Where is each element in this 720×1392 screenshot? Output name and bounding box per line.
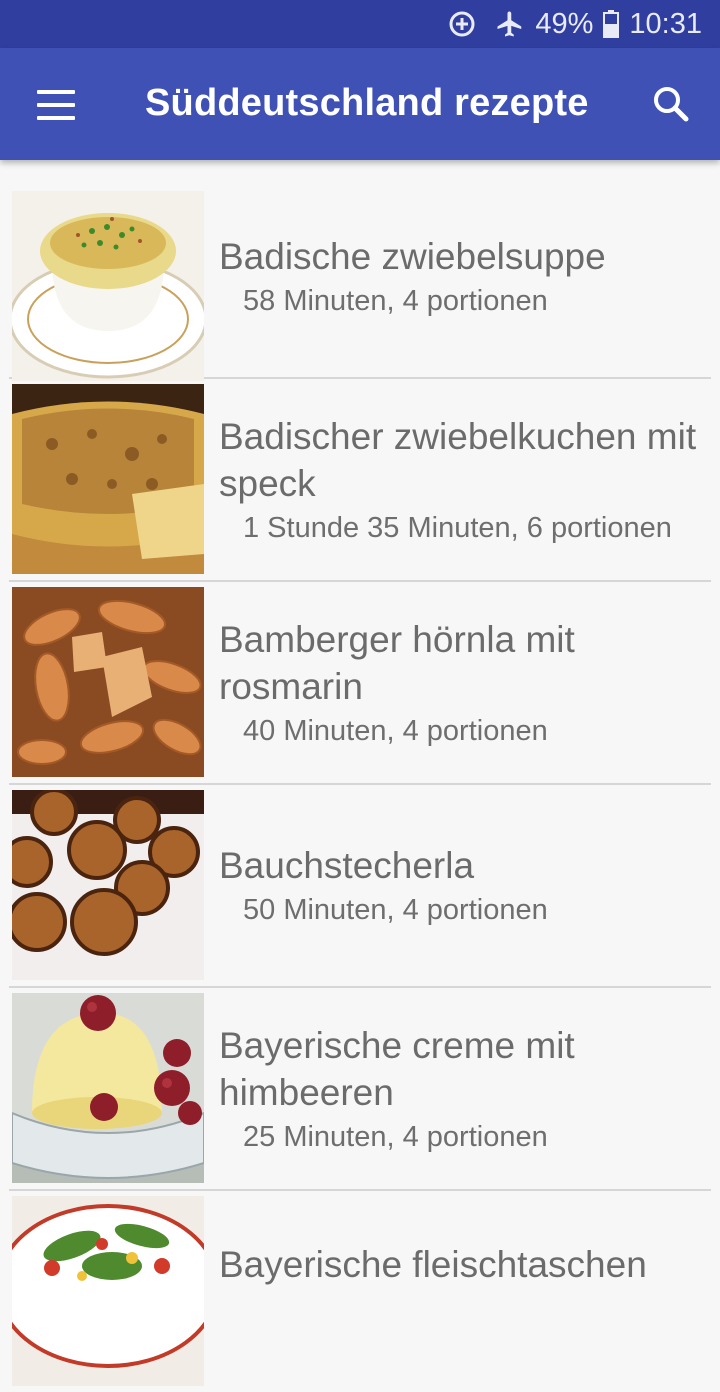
recipe-title: Bayerische creme mit himbeeren [219, 1024, 575, 1113]
recipe-item[interactable]: Badische zwiebelsuppe 58 Minuten, 4 port… [9, 176, 711, 381]
recipe-title: Bayerische fleischtaschen [219, 1244, 647, 1285]
recipe-meta: 40 Minuten, 4 portionen [243, 714, 548, 747]
onion-tart-photo [12, 384, 204, 574]
recipe-meta: 25 Minuten, 4 portionen [243, 1120, 548, 1153]
recipe-title: Badischer zwiebelkuchen mit speck [219, 415, 697, 504]
recipe-title: Badische zwiebelsuppe [219, 236, 606, 277]
recipe-title: Bamberger hörnla mit rosmarin [219, 618, 575, 707]
app-bar: Süddeutschland rezepte [0, 48, 720, 160]
recipe-title: Bauchstecherla [219, 845, 475, 886]
potato-patties-photo [12, 790, 204, 980]
airplane-mode-icon [495, 9, 525, 39]
recipe-item[interactable]: Bauchstecherla 50 Minuten, 4 portionen [9, 785, 711, 988]
recipe-item[interactable]: Badischer zwiebelkuchen mit speck 1 Stun… [9, 379, 711, 582]
onion-soup-photo [12, 191, 204, 381]
bavarian-cream-photo [12, 993, 204, 1183]
recipe-meta: 50 Minuten, 4 portionen [243, 894, 548, 926]
recipe-item[interactable]: Bamberger hörnla mit rosmarin 40 Minuten… [9, 582, 711, 785]
salad-plate-photo [12, 1196, 204, 1386]
clock: 10:31 [629, 7, 702, 40]
recipe-list: Badische zwiebelsuppe 58 Minuten, 4 port… [0, 176, 720, 1392]
data-saver-icon [447, 9, 477, 39]
battery-icon [603, 10, 620, 38]
search-icon[interactable] [643, 79, 701, 129]
roasted-potatoes-photo [12, 587, 204, 777]
recipe-meta: 58 Minuten, 4 portionen [243, 285, 548, 317]
battery-percent: 49% [535, 7, 594, 40]
recipe-item[interactable]: Bayerische fleischtaschen [9, 1191, 711, 1392]
app-title: Süddeutschland rezepte [145, 82, 589, 124]
hamburger-menu-icon[interactable] [26, 79, 86, 129]
recipe-meta: 1 Stunde 35 Minuten, 6 portionen [243, 511, 672, 544]
recipe-item[interactable]: Bayerische creme mit himbeeren 25 Minute… [9, 988, 711, 1191]
status-bar: 49% 10:31 [0, 0, 720, 48]
